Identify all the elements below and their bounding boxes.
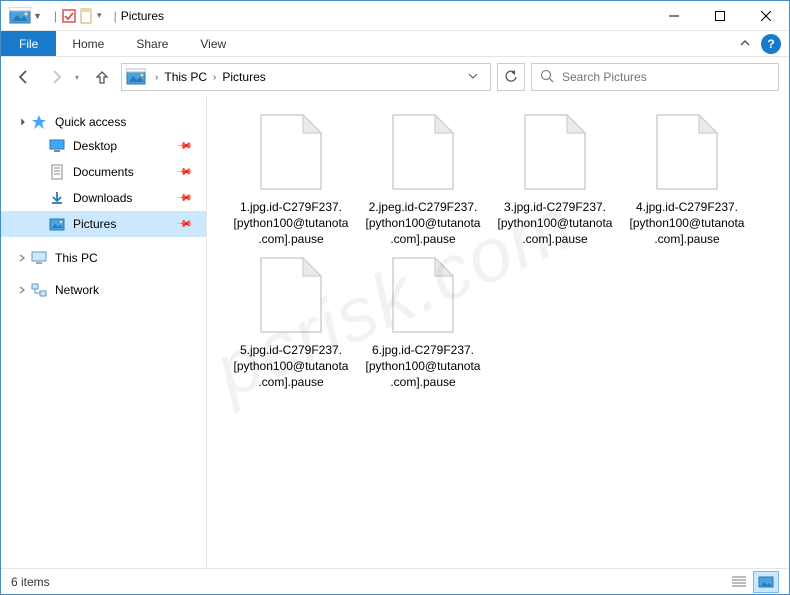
search-box[interactable]	[531, 63, 779, 91]
file-item[interactable]: 4.jpg.id-C279F237.[python100@tutanota.co…	[629, 111, 745, 248]
close-button[interactable]	[743, 1, 789, 31]
maximize-button[interactable]	[697, 1, 743, 31]
file-icon	[253, 254, 329, 336]
back-button[interactable]	[11, 64, 37, 90]
file-icon	[385, 111, 461, 193]
pin-icon: 📌	[175, 138, 192, 155]
search-input[interactable]	[562, 70, 770, 84]
refresh-button[interactable]	[497, 63, 525, 91]
file-icon	[385, 254, 461, 336]
separator: |	[54, 9, 57, 23]
computer-icon	[31, 250, 49, 266]
file-icon	[253, 111, 329, 193]
downloads-icon	[49, 190, 67, 206]
sidebar-item-label: Downloads	[73, 191, 132, 205]
ribbon-expand-icon[interactable]	[733, 31, 757, 56]
file-item[interactable]: 2.jpeg.id-C279F237.[python100@tutanota.c…	[365, 111, 481, 248]
breadcrumb-pictures[interactable]: Pictures	[219, 70, 268, 84]
address-dropdown-icon[interactable]	[460, 70, 486, 84]
pin-icon: 📌	[175, 190, 192, 207]
pin-icon: 📌	[175, 164, 192, 181]
qat-dropdown-icon[interactable]: ▾	[97, 10, 102, 21]
status-bar: 6 items	[1, 568, 789, 594]
sidebar-item-desktop[interactable]: Desktop 📌	[1, 133, 206, 159]
sidebar-item-label: Quick access	[55, 115, 126, 129]
sidebar-item-label: This PC	[55, 251, 98, 265]
file-name-label: 5.jpg.id-C279F237.[python100@tutanota.co…	[233, 342, 349, 391]
file-name-label: 1.jpg.id-C279F237.[python100@tutanota.co…	[233, 199, 349, 248]
file-name-label: 6.jpg.id-C279F237.[python100@tutanota.co…	[365, 342, 481, 391]
sidebar-item-label: Pictures	[73, 217, 116, 231]
breadcrumb-arrow-icon[interactable]: ›	[210, 72, 219, 83]
address-bar[interactable]: › This PC › Pictures	[121, 63, 491, 91]
file-item[interactable]: 6.jpg.id-C279F237.[python100@tutanota.co…	[365, 254, 481, 391]
file-item[interactable]: 1.jpg.id-C279F237.[python100@tutanota.co…	[233, 111, 349, 248]
star-icon	[31, 114, 49, 130]
app-dropdown-icon[interactable]: ▼	[33, 11, 42, 21]
app-icon	[9, 7, 31, 25]
file-tab[interactable]: File	[1, 31, 56, 56]
up-button[interactable]	[89, 64, 115, 90]
location-icon	[126, 68, 146, 86]
sidebar-item-label: Desktop	[73, 139, 117, 153]
breadcrumb-arrow-icon[interactable]: ›	[152, 72, 161, 83]
history-dropdown-icon[interactable]: ▾	[75, 73, 79, 82]
tab-share[interactable]: Share	[120, 31, 184, 56]
sidebar-this-pc[interactable]: This PC	[1, 247, 206, 269]
sidebar-item-downloads[interactable]: Downloads 📌	[1, 185, 206, 211]
navigation-pane: Quick access Desktop 📌 Documents 📌 Downl…	[1, 97, 207, 568]
help-button[interactable]: ?	[761, 34, 781, 54]
sidebar-item-pictures[interactable]: Pictures 📌	[1, 211, 206, 237]
chevron-right-icon[interactable]	[15, 251, 29, 265]
desktop-icon	[49, 138, 67, 154]
file-list-pane[interactable]: 1.jpg.id-C279F237.[python100@tutanota.co…	[207, 97, 789, 568]
sidebar-item-label: Network	[55, 283, 99, 297]
tab-view[interactable]: View	[184, 31, 242, 56]
chevron-right-icon[interactable]	[15, 283, 29, 297]
file-name-label: 3.jpg.id-C279F237.[python100@tutanota.co…	[497, 199, 613, 248]
sidebar-item-documents[interactable]: Documents 📌	[1, 159, 206, 185]
large-icons-view-button[interactable]	[753, 571, 779, 593]
breadcrumb-thispc[interactable]: This PC	[161, 70, 210, 84]
main-content: Quick access Desktop 📌 Documents 📌 Downl…	[1, 97, 789, 568]
pictures-icon	[49, 216, 67, 232]
search-icon	[540, 69, 554, 86]
network-icon	[31, 282, 49, 298]
sidebar-quick-access[interactable]: Quick access	[1, 111, 206, 133]
status-item-count: 6 items	[11, 575, 50, 589]
navigation-bar: ▾ › This PC › Pictures	[1, 57, 789, 97]
tab-home[interactable]: Home	[56, 31, 120, 56]
file-item[interactable]: 5.jpg.id-C279F237.[python100@tutanota.co…	[233, 254, 349, 391]
file-icon	[517, 111, 593, 193]
window-controls	[651, 1, 789, 31]
minimize-button[interactable]	[651, 1, 697, 31]
documents-icon	[49, 164, 67, 180]
separator: |	[114, 9, 117, 23]
file-name-label: 2.jpeg.id-C279F237.[python100@tutanota.c…	[365, 199, 481, 248]
qat-newfolder-icon[interactable]	[79, 8, 93, 24]
sidebar-network[interactable]: Network	[1, 279, 206, 301]
pin-icon: 📌	[175, 216, 192, 233]
file-icon	[649, 111, 725, 193]
file-item[interactable]: 3.jpg.id-C279F237.[python100@tutanota.co…	[497, 111, 613, 248]
forward-button[interactable]	[43, 64, 69, 90]
title-bar: ▼ | ▾ | Pictures	[1, 1, 789, 31]
details-view-button[interactable]	[726, 571, 752, 593]
file-name-label: 4.jpg.id-C279F237.[python100@tutanota.co…	[629, 199, 745, 248]
window-title: Pictures	[121, 9, 164, 23]
ribbon-tabs: File Home Share View ?	[1, 31, 789, 57]
chevron-down-icon[interactable]	[15, 115, 29, 129]
qat-properties-icon[interactable]	[61, 8, 77, 24]
sidebar-item-label: Documents	[73, 165, 134, 179]
